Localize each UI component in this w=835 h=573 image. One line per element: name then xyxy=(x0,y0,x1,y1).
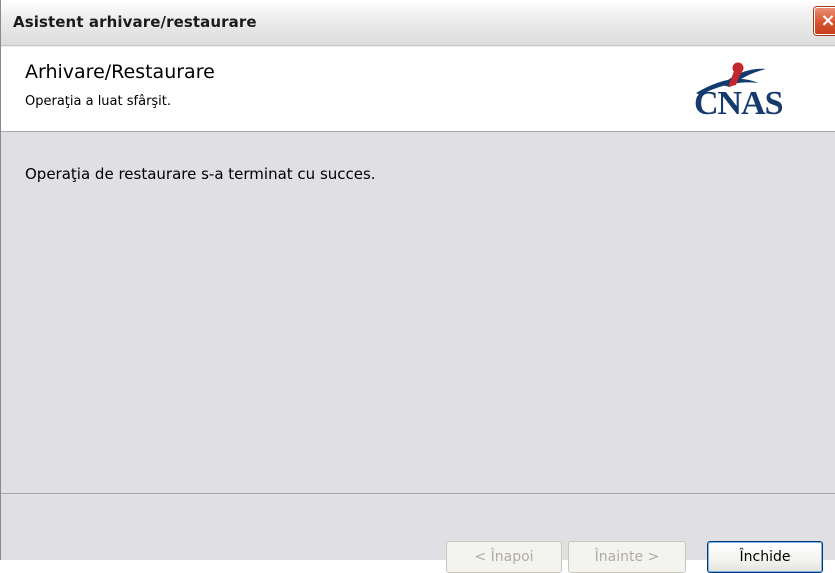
result-message: Operaţia de restaurare s-a terminat cu s… xyxy=(25,165,376,183)
cnas-logo: CNAS xyxy=(692,57,825,127)
next-button[interactable]: Înainte > xyxy=(568,541,686,573)
wizard-content: Operaţia de restaurare s-a terminat cu s… xyxy=(1,132,835,493)
close-icon[interactable]: × xyxy=(814,7,835,35)
wizard-header: Arhivare/Restaurare Operaţia a luat sfâr… xyxy=(1,47,835,132)
header-subtitle: Operaţia a luat sfârşit. xyxy=(25,94,172,109)
title-bar[interactable]: Asistent arhivare/restaurare × xyxy=(1,0,835,46)
close-button[interactable]: Închide xyxy=(707,541,823,573)
logo-text: CNAS xyxy=(694,85,784,122)
header-title: Arhivare/Restaurare xyxy=(25,61,215,83)
back-button[interactable]: < Înapoi xyxy=(446,541,562,573)
wizard-window: Asistent arhivare/restaurare × Arhivare/… xyxy=(0,0,835,573)
window-title: Asistent arhivare/restaurare xyxy=(13,13,257,31)
